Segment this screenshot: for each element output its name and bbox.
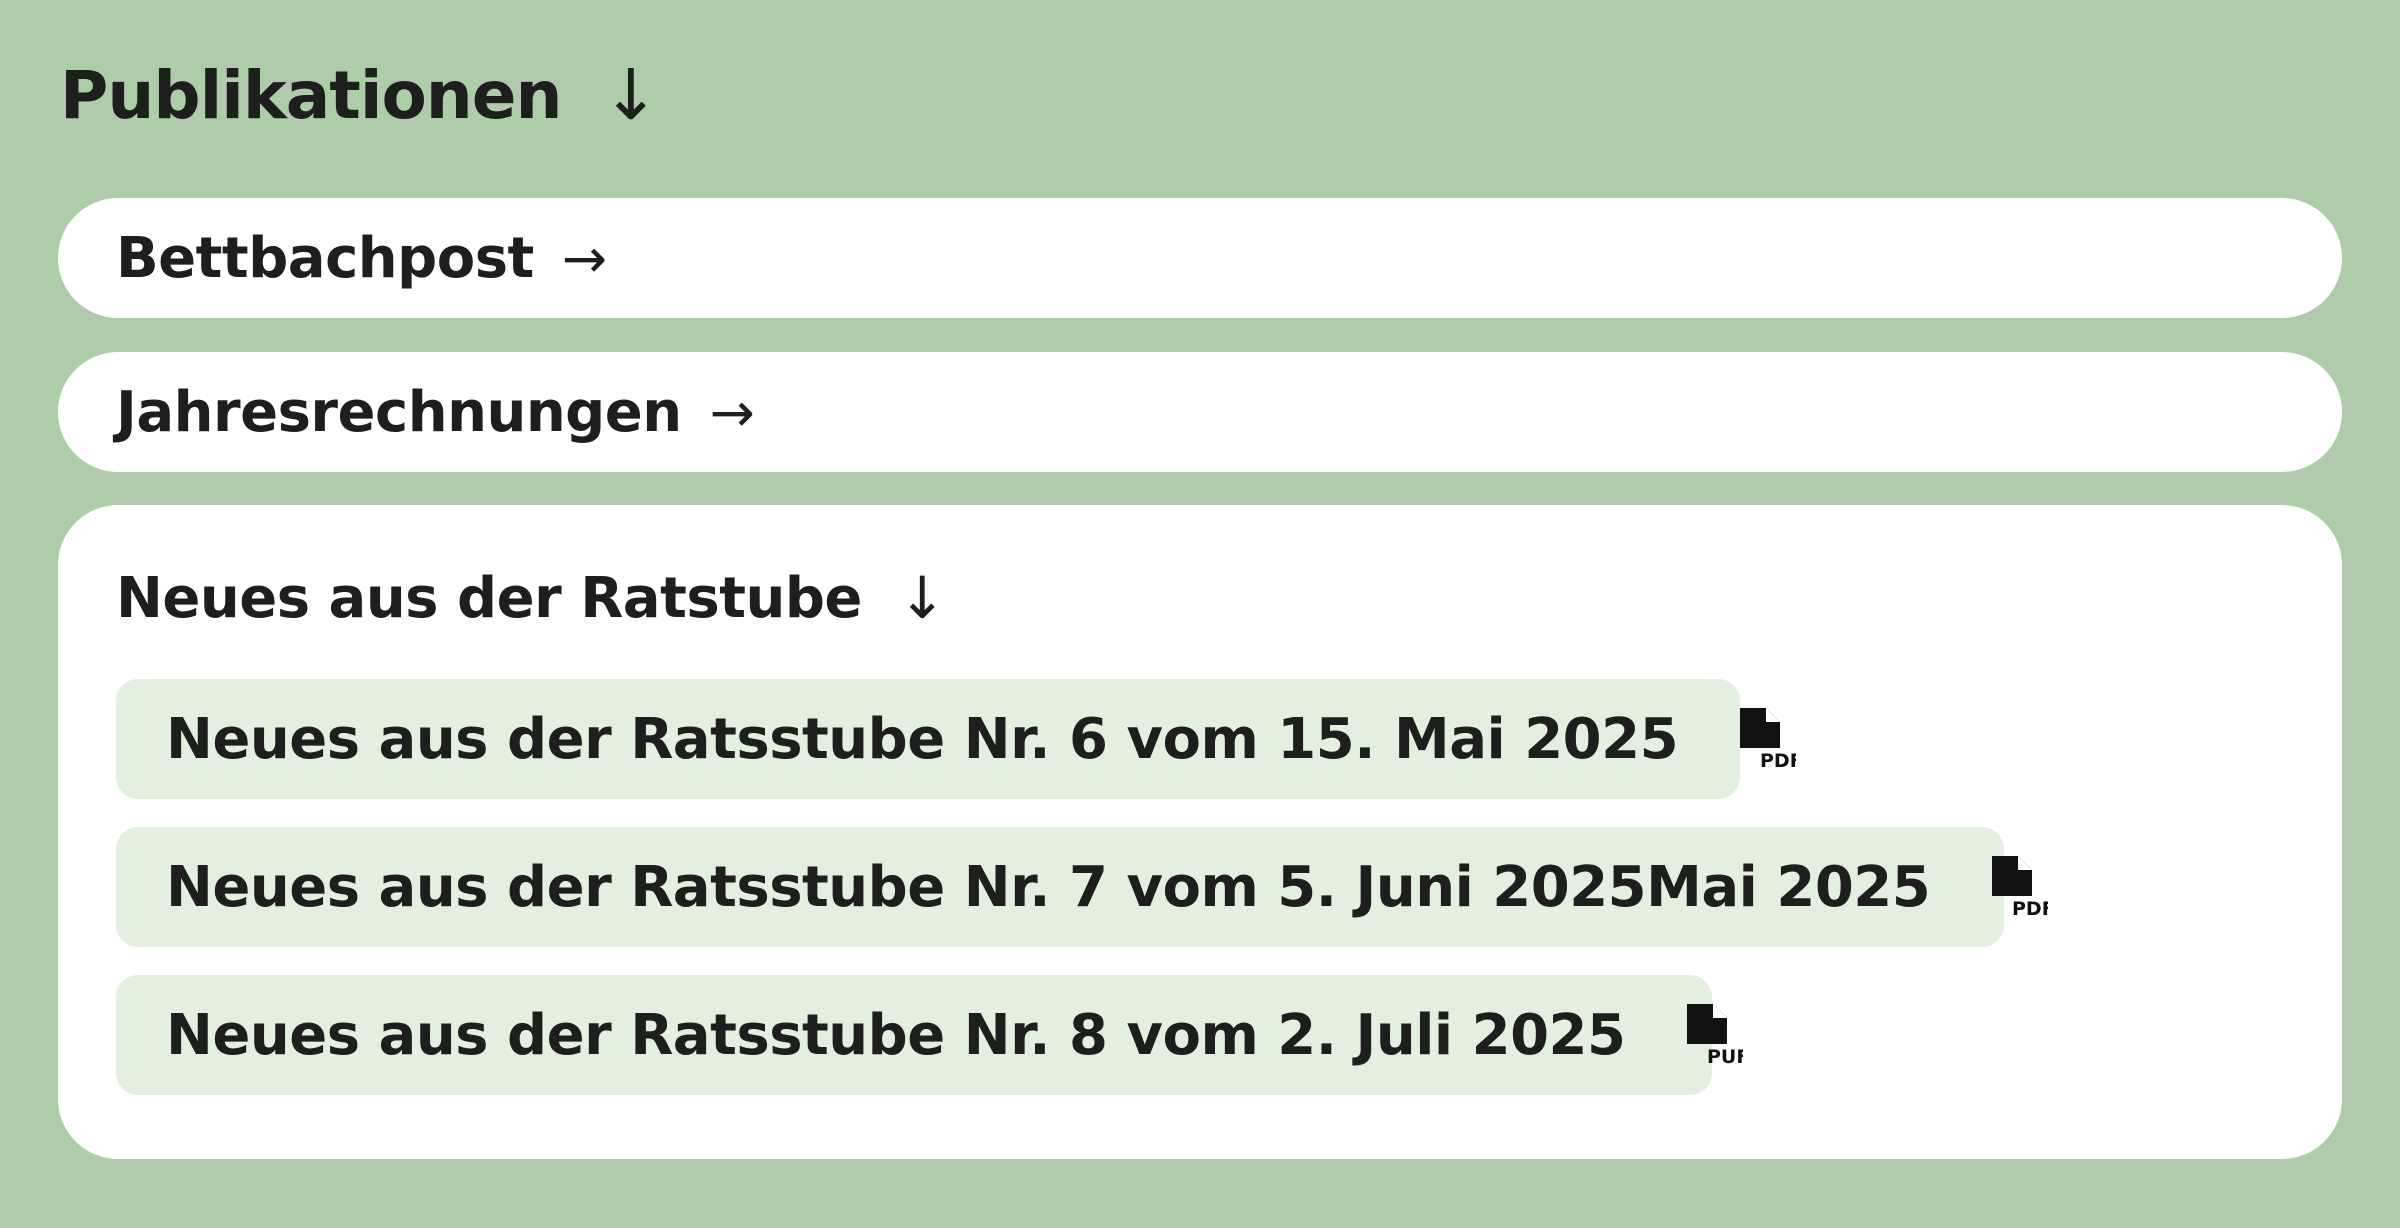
arrow-right-icon: →: [561, 226, 608, 290]
publication-item[interactable]: Neues aus der Ratsstube Nr. 7 vom 5. Jun…: [116, 827, 2048, 947]
publication-item[interactable]: Neues aus der Ratsstube Nr. 6 vom 15. Ma…: [116, 679, 1796, 799]
bettbachpost-label: Bettbachpost: [116, 225, 534, 291]
publikationen-title: Publikationen: [60, 56, 563, 134]
publication-label: Neues aus der Ratsstube Nr. 6 vom 15. Ma…: [166, 706, 1679, 772]
ratstube-title: Neues aus der Ratstube: [116, 565, 862, 631]
publication-label: Neues aus der Ratsstube Nr. 8 vom 2. Jul…: [166, 1002, 1626, 1068]
pdf-file-icon: PDF: [1992, 856, 2048, 918]
jahresrechnungen-link[interactable]: Jahresrechnungen →: [58, 352, 2342, 472]
jahresrechnungen-label: Jahresrechnungen: [116, 379, 682, 445]
pdf-icon-text: PDF: [2012, 898, 2048, 918]
pdf-file-icon: PDF: [1740, 708, 1796, 770]
publication-label: Neues aus der Ratsstube Nr. 7 vom 5. Jun…: [166, 854, 1931, 920]
publication-item[interactable]: Neues aus der Ratsstube Nr. 8 vom 2. Jul…: [116, 975, 1743, 1095]
pdf-icon-text: PUF: [1707, 1046, 1743, 1066]
pdf-file-icon: PUF: [1687, 1004, 1743, 1066]
arrow-down-icon: ↓: [601, 54, 661, 136]
pdf-icon-text: PDF: [1760, 750, 1796, 770]
publikationen-heading[interactable]: Publikationen ↓: [60, 50, 661, 140]
ratstube-toggle[interactable]: Neues aus der Ratstube ↓: [116, 553, 947, 643]
page: Publikationen ↓ Bettbachpost → Jahresrec…: [0, 0, 2400, 1228]
arrow-down-icon: ↓: [897, 564, 947, 632]
arrow-right-icon: →: [709, 380, 755, 444]
bettbachpost-link[interactable]: Bettbachpost →: [58, 198, 2342, 318]
ratstube-panel: Neues aus der Ratstube ↓ Neues aus der R…: [58, 505, 2342, 1159]
